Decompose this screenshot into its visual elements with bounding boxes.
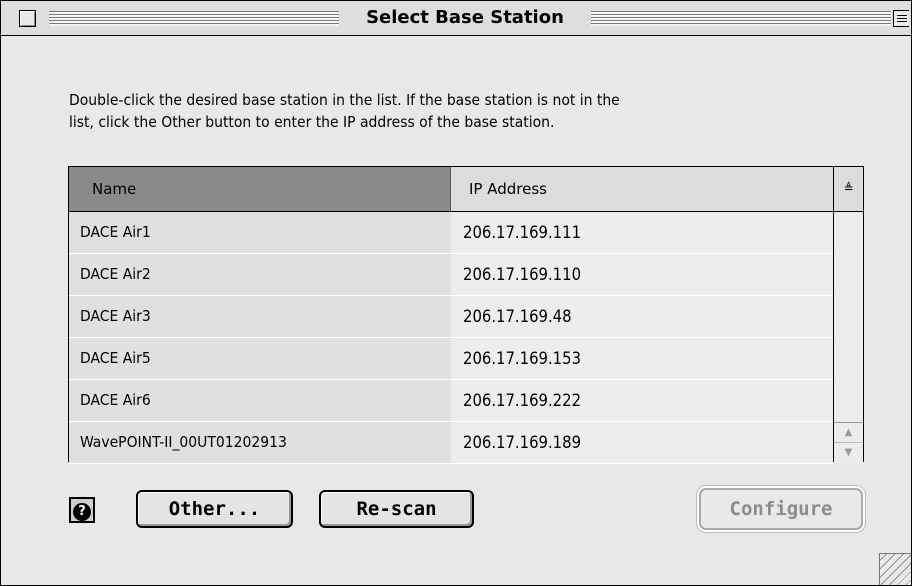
column-header-name[interactable]: Name bbox=[69, 167, 451, 212]
list-row[interactable]: DACE Air6 206.17.169.222 bbox=[69, 380, 833, 422]
scroll-up-arrow-icon[interactable]: ▲ bbox=[834, 422, 863, 443]
list-row[interactable]: WavePOINT-II_00UT01202913 206.17.169.189 bbox=[69, 422, 833, 464]
scroll-down-arrow-icon[interactable]: ▼ bbox=[834, 442, 863, 463]
list-rows: DACE Air1 206.17.169.111 DACE Air2 206.1… bbox=[69, 212, 833, 464]
list-row[interactable]: DACE Air3 206.17.169.48 bbox=[69, 296, 833, 338]
list-row[interactable]: DACE Air1 206.17.169.111 bbox=[69, 212, 833, 254]
title-bar-stripes-right bbox=[591, 11, 891, 26]
instructions-text: Double-click the desired base station in… bbox=[69, 89, 869, 133]
title-bar-stripes-left bbox=[49, 11, 339, 26]
collapse-box-icon[interactable] bbox=[893, 10, 909, 27]
list-row[interactable]: DACE Air5 206.17.169.153 bbox=[69, 338, 833, 380]
station-ip: 206.17.169.153 bbox=[451, 338, 833, 379]
window-title: Select Base Station bbox=[339, 7, 591, 31]
station-ip: 206.17.169.222 bbox=[451, 380, 833, 421]
sort-direction-icon[interactable]: ≜ bbox=[833, 167, 863, 212]
base-station-list: Name IP Address ≜ DACE Air1 206.17.169.1… bbox=[68, 166, 864, 464]
station-ip: 206.17.169.110 bbox=[451, 254, 833, 295]
select-base-station-dialog: Select Base Station Double-click the des… bbox=[0, 0, 912, 586]
close-box-icon[interactable] bbox=[19, 10, 36, 27]
rescan-button[interactable]: Re-scan bbox=[319, 490, 474, 528]
instructions-line-1: Double-click the desired base station in… bbox=[69, 91, 620, 109]
list-scrollbar[interactable]: ▲ ▼ bbox=[833, 212, 863, 463]
help-icon: ? bbox=[73, 503, 91, 521]
title-bar[interactable]: Select Base Station bbox=[1, 1, 911, 36]
other-button[interactable]: Other... bbox=[136, 490, 293, 528]
station-name: DACE Air5 bbox=[69, 338, 451, 379]
column-header-ip-address[interactable]: IP Address bbox=[451, 167, 833, 212]
list-row[interactable]: DACE Air2 206.17.169.110 bbox=[69, 254, 833, 296]
station-name: WavePOINT-II_00UT01202913 bbox=[69, 422, 451, 463]
help-button[interactable]: ? bbox=[69, 497, 95, 523]
station-ip: 206.17.169.48 bbox=[451, 296, 833, 337]
resize-grip-icon[interactable] bbox=[879, 553, 911, 585]
station-name: DACE Air6 bbox=[69, 380, 451, 421]
station-name: DACE Air3 bbox=[69, 296, 451, 337]
station-name: DACE Air1 bbox=[69, 212, 451, 253]
instructions-line-2: list, click the Other button to enter th… bbox=[69, 113, 555, 131]
station-name: DACE Air2 bbox=[69, 254, 451, 295]
station-ip: 206.17.169.189 bbox=[451, 422, 833, 463]
configure-button[interactable]: Configure bbox=[699, 488, 863, 530]
station-ip: 206.17.169.111 bbox=[451, 212, 833, 253]
